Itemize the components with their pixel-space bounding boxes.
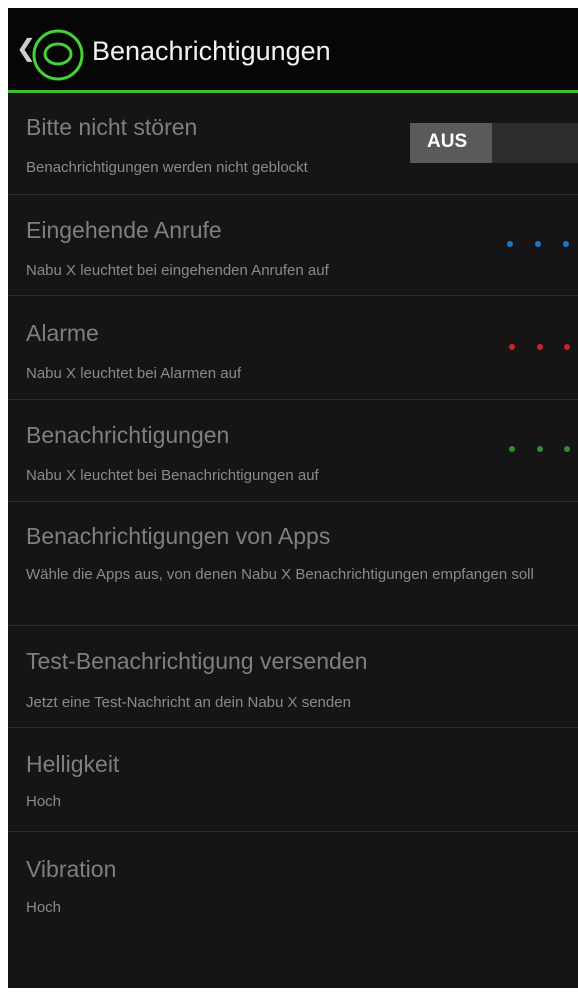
- alarms-title: Alarme: [26, 320, 99, 346]
- dnd-toggle[interactable]: AUS: [410, 123, 578, 163]
- incoming-calls-row[interactable]: Eingehende Anrufe Nabu X leuchtet bei ei…: [8, 195, 578, 296]
- vibration-value: Hoch: [26, 899, 62, 916]
- alarms-row[interactable]: Alarme Nabu X leuchtet bei Alarmen auf: [8, 296, 578, 400]
- brightness-value: Hoch: [26, 793, 62, 810]
- phone-screen: ❮ Benachrichtigungen Bitte nicht stören …: [8, 8, 578, 988]
- test-notification-title: Test-Benachrichtigung versenden: [26, 648, 368, 674]
- led-dot: [507, 241, 513, 247]
- dnd-subtitle: Benachrichtigungen werden nicht geblockt: [26, 159, 308, 176]
- app-notifications-row[interactable]: Benachrichtigungen von Apps Wähle die Ap…: [8, 502, 578, 626]
- incoming-calls-title: Eingehende Anrufe: [26, 217, 222, 243]
- led-dot: [564, 344, 570, 350]
- notifications-subtitle: Nabu X leuchtet bei Benachrichtigungen a…: [26, 467, 319, 484]
- app-logo-icon[interactable]: [30, 27, 86, 83]
- alarms-subtitle: Nabu X leuchtet bei Alarmen auf: [26, 365, 242, 382]
- dnd-title: Bitte nicht stören: [26, 114, 198, 140]
- app-notifications-subtitle: Wähle die Apps aus, von denen Nabu X Ben…: [26, 566, 534, 583]
- led-dot: [537, 344, 543, 350]
- toggle-label: AUS: [427, 131, 468, 152]
- app-notifications-title: Benachrichtigungen von Apps: [26, 523, 331, 549]
- led-dot: [509, 344, 515, 350]
- incoming-calls-led-indicator: [503, 238, 578, 250]
- vibration-row[interactable]: Vibration Hoch: [8, 832, 578, 933]
- test-notification-row[interactable]: Test-Benachrichtigung versenden Jetzt ei…: [8, 626, 578, 728]
- led-dot: [563, 241, 569, 247]
- led-dot: [509, 446, 515, 452]
- vibration-title: Vibration: [26, 856, 117, 882]
- led-dot: [537, 446, 543, 452]
- brightness-row[interactable]: Helligkeit Hoch: [8, 728, 578, 832]
- page-title: Benachrichtigungen: [92, 36, 331, 66]
- notifications-row[interactable]: Benachrichtigungen Nabu X leuchtet bei B…: [8, 400, 578, 502]
- notifications-led-indicator: [503, 443, 578, 455]
- incoming-calls-subtitle: Nabu X leuchtet bei eingehenden Anrufen …: [26, 262, 329, 279]
- brightness-title: Helligkeit: [26, 751, 120, 777]
- led-dot: [564, 446, 570, 452]
- app-header: ❮ Benachrichtigungen: [8, 8, 578, 93]
- test-notification-subtitle: Jetzt eine Test-Nachricht an dein Nabu X…: [26, 694, 351, 711]
- led-dot: [535, 241, 541, 247]
- notifications-title: Benachrichtigungen: [26, 422, 230, 448]
- alarms-led-indicator: [503, 341, 578, 353]
